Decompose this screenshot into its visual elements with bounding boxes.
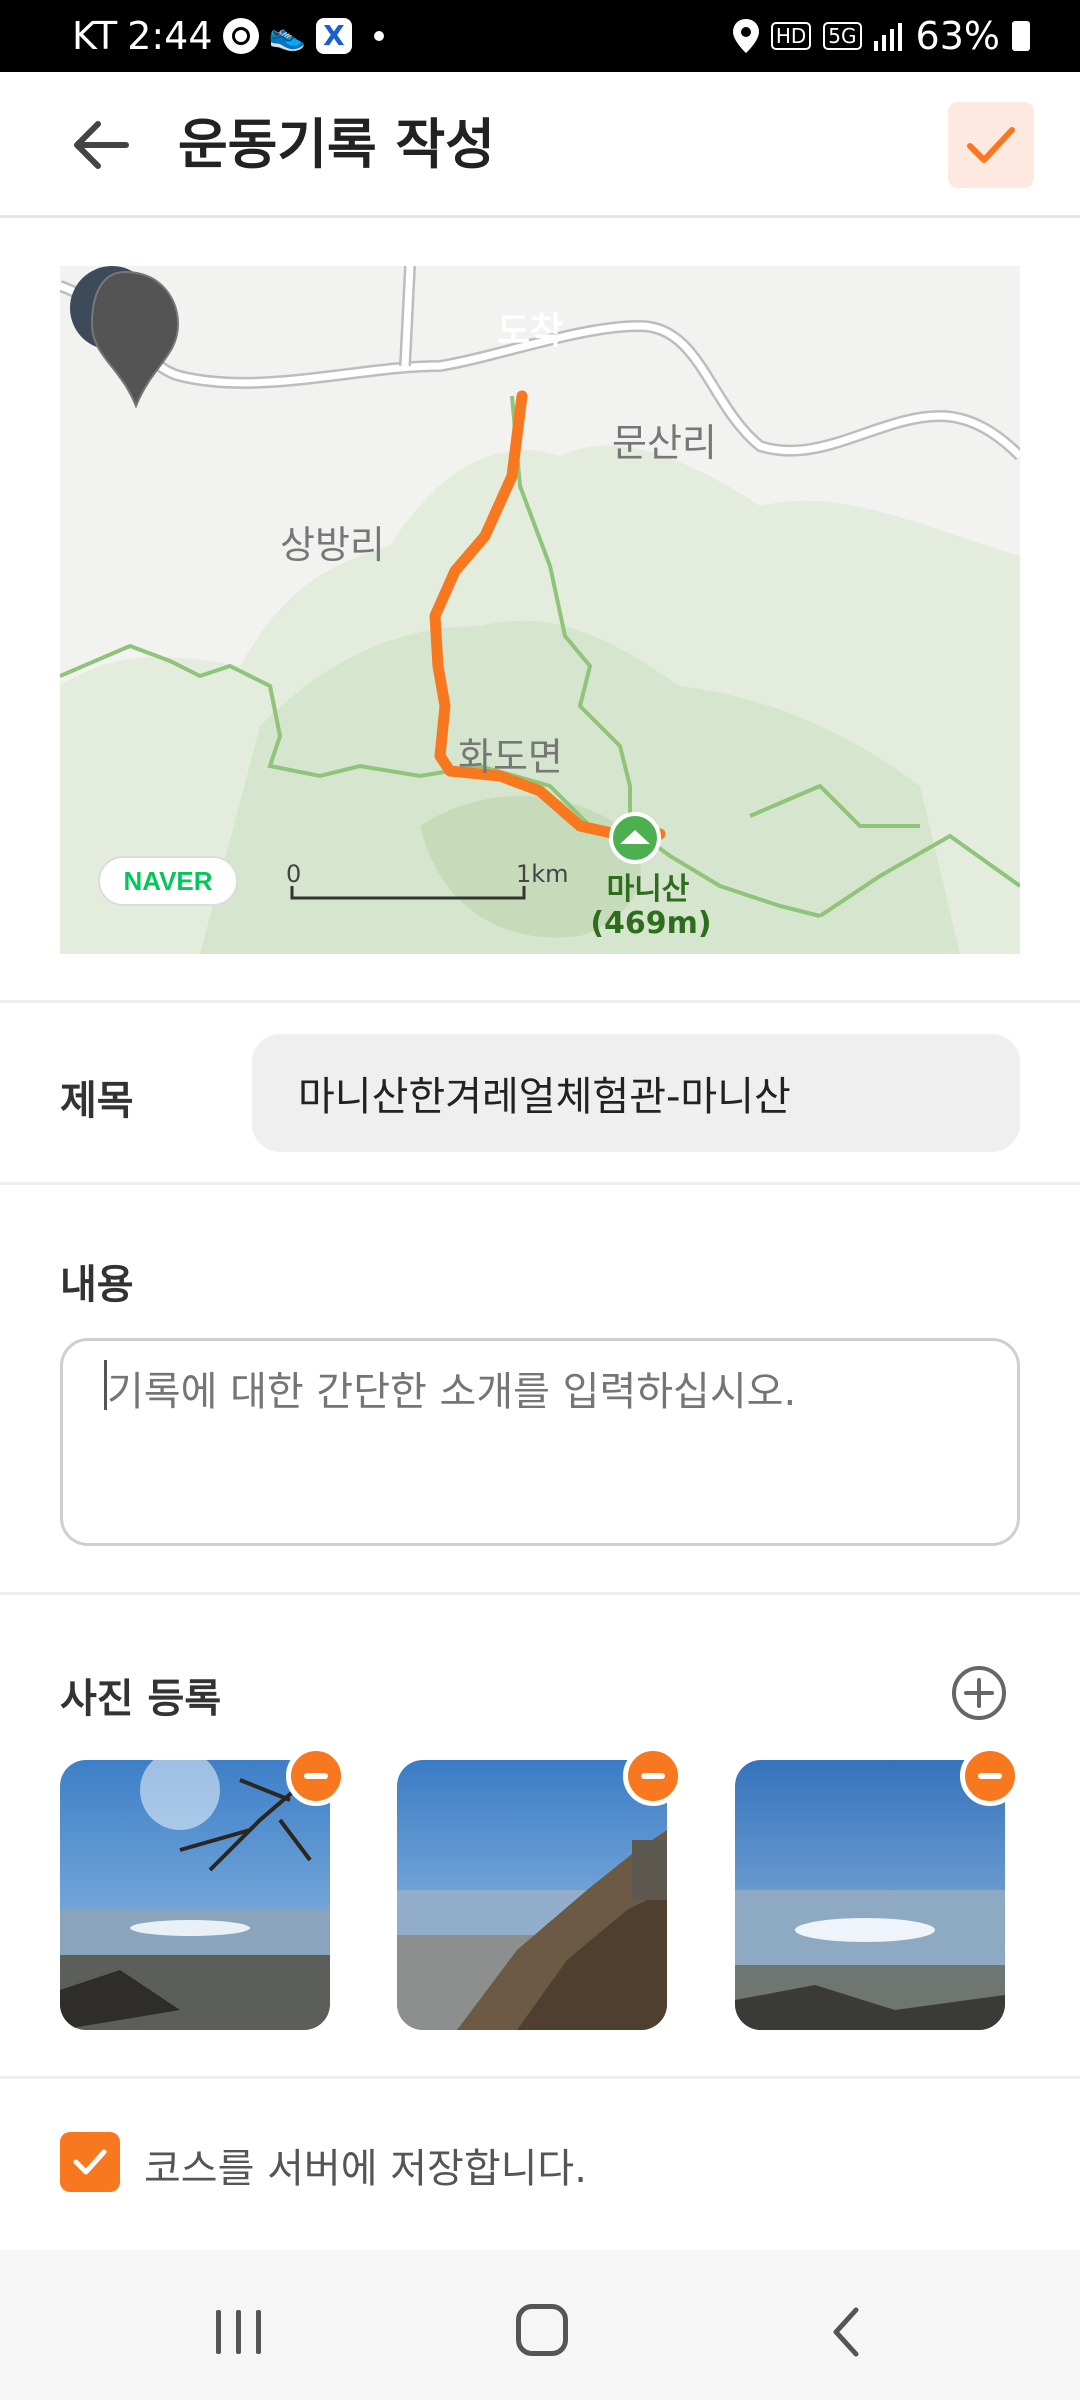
- title-input[interactable]: [252, 1034, 1020, 1152]
- home-icon[interactable]: [516, 2304, 568, 2356]
- battery-icon: [1012, 21, 1030, 51]
- summit-elevation: (469m): [590, 906, 712, 941]
- app-bar: 운동기록 작성: [0, 72, 1080, 218]
- back-arrow-icon[interactable]: [66, 110, 136, 180]
- photo-thumbnail[interactable]: [397, 1760, 667, 2030]
- status-left: KT 2:44 👟 X: [72, 14, 384, 58]
- save-course-label[interactable]: 코스를 서버에 저장합니다.: [144, 2136, 587, 2194]
- status-right: HD 5G 63%: [732, 14, 1030, 58]
- photo-thumbnail[interactable]: [735, 1760, 1005, 2030]
- route-map[interactable]: 문산리 상방리 화도면 도착 NAVER 0 1km 마니산 (469m): [60, 266, 1020, 954]
- content-textarea[interactable]: [60, 1338, 1020, 1546]
- location-icon: [732, 19, 759, 53]
- remove-photo-icon[interactable]: [623, 1746, 683, 1806]
- naver-logo: NAVER: [98, 856, 238, 906]
- signal-icon: [873, 23, 902, 51]
- photo-thumbnail[interactable]: [60, 1760, 330, 2030]
- status-bar: KT 2:44 👟 X HD 5G 63%: [0, 0, 1080, 72]
- battery-percent: 63%: [915, 14, 1000, 58]
- remove-photo-icon[interactable]: [960, 1746, 1020, 1806]
- shoe-icon: 👟: [268, 18, 306, 53]
- map-place-label: 화도면: [458, 735, 563, 779]
- text-caret: [104, 1360, 107, 1410]
- recent-apps-icon[interactable]: [216, 2310, 262, 2354]
- nav-back-icon[interactable]: [826, 2304, 866, 2360]
- save-course-checkbox[interactable]: [60, 2132, 120, 2192]
- photo-image: [60, 1760, 330, 2030]
- divider: [0, 2076, 1080, 2079]
- check-icon: [967, 127, 1015, 163]
- x-app-icon: X: [315, 18, 352, 54]
- map-canvas: [60, 266, 1020, 954]
- add-photo-icon[interactable]: [950, 1664, 1008, 1722]
- network-type-icon: 5G: [823, 22, 862, 50]
- hd-icon: HD: [770, 22, 812, 50]
- clock: 2:44: [127, 14, 213, 58]
- divider: [0, 1182, 1080, 1185]
- notification-dot-icon: [373, 31, 384, 41]
- map-place-label: 문산리: [612, 421, 717, 465]
- photo-image: [397, 1760, 667, 2030]
- photo-image: [735, 1760, 1005, 2030]
- scale-start-label: 0: [286, 860, 302, 888]
- carrier: KT: [72, 14, 118, 58]
- remove-photo-icon[interactable]: [286, 1746, 346, 1806]
- content-label: 내용: [60, 1262, 134, 1308]
- arrival-pin-icon: [70, 266, 180, 409]
- checkbox-check-icon: [73, 2149, 107, 2175]
- map-place-label: 상방리: [280, 523, 385, 567]
- arrival-label: 도착: [496, 311, 564, 352]
- compass-app-icon: [222, 18, 259, 54]
- divider: [0, 1000, 1080, 1003]
- divider: [0, 1592, 1080, 1595]
- page-title: 운동기록 작성: [178, 113, 495, 176]
- summit-name: 마니산: [606, 872, 690, 907]
- system-nav-bar: [0, 2250, 1080, 2400]
- photos-label: 사진 등록: [60, 1676, 222, 1722]
- title-label: 제목: [60, 1078, 134, 1124]
- confirm-button[interactable]: [948, 102, 1034, 188]
- scale-end-label: 1km: [516, 860, 569, 888]
